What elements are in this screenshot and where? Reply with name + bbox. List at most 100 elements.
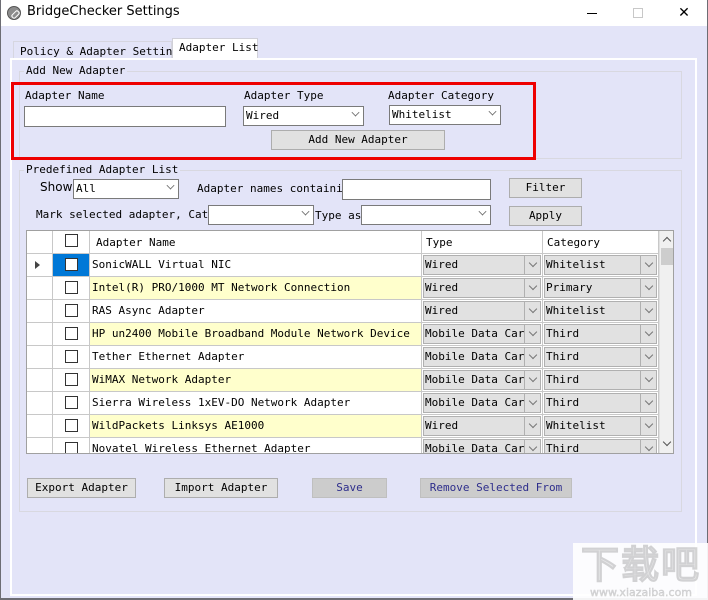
adapter-name-cell[interactable]: HP un2400 Mobile Broadband Module Networ…: [90, 323, 422, 345]
chevron-down-icon[interactable]: [640, 394, 656, 412]
remove-selected-button[interactable]: Remove Selected From: [420, 478, 572, 498]
type-dropdown[interactable]: Wired: [423, 278, 541, 298]
filter-button[interactable]: Filter: [509, 178, 582, 198]
scroll-up-icon[interactable]: [660, 231, 673, 248]
type-as-select[interactable]: [361, 205, 491, 225]
chevron-down-icon[interactable]: [524, 417, 540, 435]
adapter-name-cell[interactable]: Novatel Wireless Ethernet Adapter: [90, 438, 422, 453]
row-checkbox[interactable]: [65, 304, 78, 317]
row-checkbox[interactable]: [65, 281, 78, 294]
row-header[interactable]: [27, 346, 53, 368]
names-containing-input[interactable]: [342, 179, 491, 200]
adapter-name-cell[interactable]: SonicWALL Virtual NIC: [90, 254, 422, 276]
row-header[interactable]: [27, 323, 53, 345]
type-dropdown[interactable]: Wired: [423, 416, 541, 436]
category-dropdown[interactable]: Whitelist: [544, 416, 657, 436]
chevron-down-icon[interactable]: [524, 302, 540, 320]
chevron-down-icon[interactable]: [524, 440, 540, 453]
vertical-scrollbar[interactable]: [659, 231, 673, 453]
chevron-down-icon[interactable]: [524, 325, 540, 343]
table-row[interactable]: RAS Async Adapter Wired Whitelist: [27, 300, 659, 323]
chevron-down-icon[interactable]: [524, 394, 540, 412]
row-checkbox[interactable]: [65, 396, 78, 409]
table-row[interactable]: WiMAX Network Adapter Mobile Data Card Thi…: [27, 369, 659, 392]
row-checkbox[interactable]: [65, 327, 78, 340]
table-row[interactable]: SonicWALL Virtual NIC Wired Whitelist: [27, 254, 659, 277]
table-row[interactable]: HP un2400 Mobile Broadband Module Networ…: [27, 323, 659, 346]
chevron-down-icon[interactable]: [524, 348, 540, 366]
column-header-type[interactable]: Type: [422, 231, 543, 254]
row-header[interactable]: [27, 300, 53, 322]
chevron-down-icon[interactable]: [640, 440, 656, 453]
row-header[interactable]: [27, 369, 53, 391]
scroll-thumb[interactable]: [661, 248, 673, 265]
table-row[interactable]: Sierra Wireless 1xEV-DO Network Adapter M…: [27, 392, 659, 415]
category-dropdown[interactable]: Third: [544, 439, 657, 454]
chevron-down-icon[interactable]: [524, 256, 540, 274]
window-title: BridgeChecker Settings: [27, 4, 180, 19]
column-header-name[interactable]: Adapter Name: [90, 231, 422, 254]
category-dropdown[interactable]: Whitelist: [544, 255, 657, 275]
category-dropdown[interactable]: Third: [544, 370, 657, 390]
type-dropdown[interactable]: Mobile Data Card: [423, 393, 541, 413]
chevron-down-icon[interactable]: [640, 302, 656, 320]
apply-button[interactable]: Apply: [509, 206, 582, 226]
type-dropdown[interactable]: Mobile Data Card: [423, 370, 541, 390]
chevron-down-icon[interactable]: [640, 417, 656, 435]
chevron-down-icon[interactable]: [640, 371, 656, 389]
type-dropdown[interactable]: Wired: [423, 255, 541, 275]
row-header[interactable]: [27, 254, 53, 276]
row-checkbox[interactable]: [65, 442, 78, 453]
save-button[interactable]: Save: [312, 478, 387, 498]
maximize-button[interactable]: [615, 0, 661, 26]
chevron-down-icon[interactable]: [524, 279, 540, 297]
adapter-name-cell[interactable]: WiMAX Network Adapter: [90, 369, 422, 391]
column-header-category[interactable]: Category: [543, 231, 659, 254]
table-row[interactable]: Tether Ethernet Adapter Mobile Data Card T…: [27, 346, 659, 369]
category-dropdown[interactable]: Third: [544, 347, 657, 367]
type-dropdown[interactable]: Mobile Data Card: [423, 439, 541, 453]
adapter-name-cell[interactable]: Tether Ethernet Adapter: [90, 346, 422, 368]
chevron-down-icon[interactable]: [640, 325, 656, 343]
adapter-name-cell[interactable]: Intel(R) PRO/1000 MT Network Connection: [90, 277, 422, 299]
select-all-checkbox[interactable]: [65, 234, 78, 247]
title-bar[interactable]: BridgeChecker Settings ✕: [1, 0, 707, 26]
row-header[interactable]: [27, 277, 53, 299]
row-checkbox[interactable]: [65, 373, 78, 386]
row-header[interactable]: [27, 415, 53, 437]
import-adapter-button[interactable]: Import Adapter: [164, 478, 278, 498]
category-value: Third: [546, 442, 580, 454]
scroll-down-icon[interactable]: [660, 436, 673, 453]
category-dropdown[interactable]: Third: [544, 393, 657, 413]
type-dropdown[interactable]: Mobile Data Card: [423, 324, 541, 344]
adapter-name-cell[interactable]: Sierra Wireless 1xEV-DO Network Adapter: [90, 392, 422, 414]
row-checkbox[interactable]: [65, 258, 78, 271]
table-row[interactable]: Intel(R) PRO/1000 MT Network Connection W…: [27, 277, 659, 300]
adapter-name-cell[interactable]: WildPackets Linksys AE1000: [90, 415, 422, 437]
type-dropdown[interactable]: Mobile Data Card: [423, 347, 541, 367]
minimize-button[interactable]: [569, 0, 615, 26]
row-checkbox[interactable]: [65, 350, 78, 363]
close-icon: ✕: [678, 5, 690, 21]
close-button[interactable]: ✕: [661, 0, 707, 26]
row-checkbox[interactable]: [65, 419, 78, 432]
chevron-down-icon[interactable]: [640, 256, 656, 274]
tab-adapter-list[interactable]: Adapter List: [172, 38, 258, 60]
table-row[interactable]: Novatel Wireless Ethernet Adapter Mobile …: [27, 438, 659, 454]
type-cell: Mobile Data Card: [422, 346, 543, 368]
type-dropdown[interactable]: Wired: [423, 301, 541, 321]
export-adapter-button[interactable]: Export Adapter: [27, 478, 136, 498]
row-header[interactable]: [27, 438, 53, 453]
table-row[interactable]: WildPackets Linksys AE1000 Wired Whitelist: [27, 415, 659, 438]
chevron-down-icon[interactable]: [640, 348, 656, 366]
mark-category-select[interactable]: [208, 205, 314, 225]
show-select[interactable]: All: [73, 179, 179, 199]
row-checkbox-cell: [53, 438, 90, 453]
row-header[interactable]: [27, 392, 53, 414]
chevron-down-icon[interactable]: [524, 371, 540, 389]
category-dropdown[interactable]: Third: [544, 324, 657, 344]
category-dropdown[interactable]: Whitelist: [544, 301, 657, 321]
adapter-name-cell[interactable]: RAS Async Adapter: [90, 300, 422, 322]
chevron-down-icon[interactable]: [640, 279, 656, 297]
category-dropdown[interactable]: Primary: [544, 278, 657, 298]
